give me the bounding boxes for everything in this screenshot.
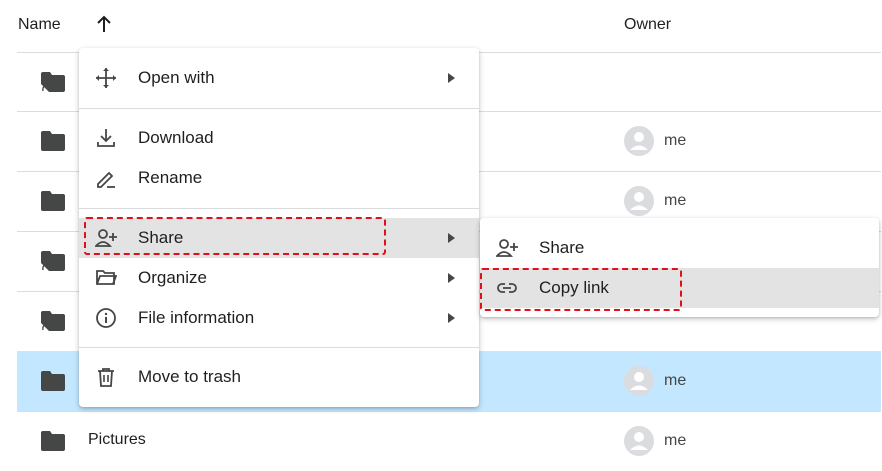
menu-item-open-with[interactable]: Open with <box>79 58 479 98</box>
annotation-highlight-share <box>84 217 386 255</box>
menu-item-download[interactable]: Download <box>79 118 479 158</box>
folder-icon <box>40 130 66 152</box>
menu-item-move-to-trash[interactable]: Move to trash <box>79 357 479 397</box>
add-person-icon <box>495 237 518 259</box>
menu-item-label: Share <box>539 238 585 257</box>
menu-item-rename[interactable]: Rename <box>79 158 479 198</box>
info-icon <box>95 307 117 329</box>
download-icon <box>95 127 117 149</box>
table-row[interactable]: Pictures me <box>17 411 881 471</box>
arrow-up-icon[interactable] <box>96 15 112 33</box>
avatar <box>624 426 654 456</box>
menu-item-label: File information <box>138 308 255 327</box>
name-column-header[interactable]: Name <box>18 16 61 34</box>
folder-open-icon <box>95 267 118 289</box>
owner-name: me <box>664 372 687 389</box>
owner-name: me <box>664 432 687 449</box>
submenu-arrow-icon <box>448 273 455 283</box>
owner-name: me <box>664 132 687 149</box>
avatar <box>624 366 654 396</box>
submenu-item-share[interactable]: Share <box>480 228 879 268</box>
shared-folder-icon <box>40 250 66 272</box>
shared-folder-icon <box>40 71 66 93</box>
shared-folder-icon <box>40 310 66 332</box>
owner-name: me <box>664 192 687 209</box>
menu-divider <box>79 208 479 209</box>
folder-icon <box>40 190 66 212</box>
menu-divider <box>79 347 479 348</box>
pencil-icon <box>95 167 117 189</box>
file-name[interactable]: Pictures <box>88 431 146 449</box>
menu-divider <box>79 108 479 109</box>
menu-item-organize[interactable]: Organize <box>79 258 479 298</box>
submenu-arrow-icon <box>448 313 455 323</box>
file-list-header: Name Owner <box>0 0 882 52</box>
menu-item-label: Open with <box>138 68 215 87</box>
menu-item-label: Download <box>138 128 214 147</box>
owner-column-header[interactable]: Owner <box>624 16 671 34</box>
avatar <box>624 186 654 216</box>
annotation-highlight-copy-link <box>480 268 682 311</box>
submenu-arrow-icon <box>448 233 455 243</box>
folder-icon <box>40 430 66 452</box>
move-arrows-icon <box>95 67 117 89</box>
trash-icon <box>95 366 117 388</box>
menu-item-file-information[interactable]: File information <box>79 298 479 338</box>
submenu-arrow-icon <box>448 73 455 83</box>
menu-item-label: Move to trash <box>138 367 241 386</box>
menu-item-label: Organize <box>138 268 207 287</box>
avatar <box>624 126 654 156</box>
folder-icon <box>40 370 66 392</box>
menu-item-label: Rename <box>138 168 203 187</box>
